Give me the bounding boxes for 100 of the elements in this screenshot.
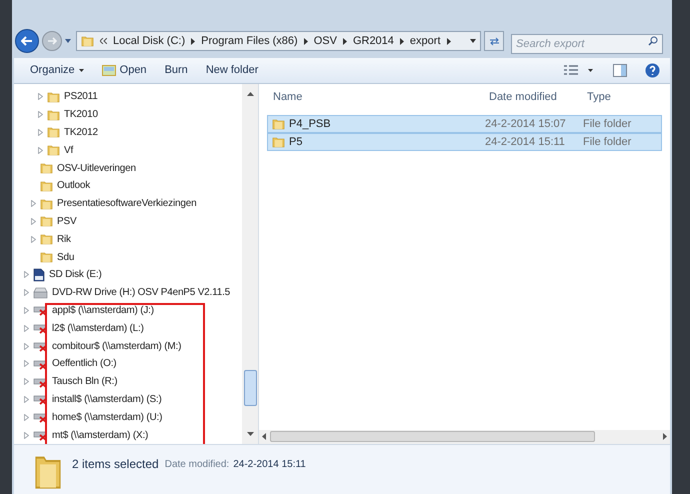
file-name: P5 xyxy=(289,134,302,150)
breadcrumb-item[interactable]: OSV xyxy=(314,32,337,50)
expand-arrow-icon[interactable] xyxy=(24,414,29,421)
folder-icon xyxy=(272,136,285,148)
folder-icon xyxy=(47,126,60,138)
breadcrumb-arrow-icon[interactable] xyxy=(342,38,347,44)
tree-item[interactable]: Tausch Bln (R:) xyxy=(52,374,118,390)
expand-arrow-icon[interactable] xyxy=(24,360,29,368)
expand-arrow-icon[interactable] xyxy=(38,93,43,100)
selection-summary: 2 items selected xyxy=(72,456,159,473)
expand-arrow-icon[interactable] xyxy=(38,111,43,118)
search-icon xyxy=(648,36,658,46)
breadcrumb-item[interactable]: Program Files (x86) xyxy=(201,32,298,50)
expand-arrow-icon[interactable] xyxy=(24,378,29,386)
folder-icon xyxy=(47,90,60,103)
address-bar[interactable]: Local Disk (C:) Program Files (x86) OSV GR2014 export xyxy=(76,31,481,51)
disc-drive-icon xyxy=(33,286,48,299)
expand-arrow-icon[interactable] xyxy=(24,432,29,439)
search-field[interactable]: Search export xyxy=(511,34,663,54)
dropdown-caret-icon xyxy=(78,69,84,72)
scrollbar-thumb[interactable] xyxy=(270,431,595,442)
refresh-button[interactable] xyxy=(484,31,504,51)
scroll-up-arrow-icon[interactable] xyxy=(246,92,254,96)
toolbar-button[interactable]: Organize xyxy=(22,60,92,82)
vertical-scrollbar[interactable] xyxy=(242,84,258,444)
expand-arrow-icon[interactable] xyxy=(24,342,29,350)
folder-icon xyxy=(40,198,53,210)
date-label: Date modified: xyxy=(164,458,230,472)
tree-item[interactable]: Outlook xyxy=(57,178,90,194)
expand-arrow-icon[interactable] xyxy=(24,324,29,332)
tree-item[interactable]: Oeffentlich (O:) xyxy=(52,356,116,372)
tree-item[interactable]: combitour$ (\\amsterdam) (M:) xyxy=(52,338,182,354)
type-cell-text: File folder xyxy=(583,116,632,132)
tree-item[interactable]: DVD-RW Drive (H:) OSV P4enP5 V2.11.5 xyxy=(52,285,230,300)
breadcrumb-arrow-icon[interactable] xyxy=(304,38,308,44)
expand-arrow-icon[interactable] xyxy=(24,271,29,278)
expand-arrow-icon[interactable] xyxy=(31,236,36,243)
tree-item[interactable]: PS2011 xyxy=(64,89,98,104)
view-options-icon[interactable] xyxy=(564,65,578,76)
folder-icon xyxy=(47,144,60,156)
expand-arrow-icon[interactable] xyxy=(24,396,29,403)
back-button[interactable] xyxy=(15,29,39,53)
file-row[interactable]: P5 24-2-2014 15:11 File folder xyxy=(267,133,662,151)
type-cell-text: File folder xyxy=(583,134,632,150)
disconnected-drive-icon xyxy=(33,393,48,406)
dropdown-caret-icon[interactable] xyxy=(470,39,476,43)
tree-item[interactable]: mt$ (\\amsterdam) (X:) xyxy=(52,428,148,443)
scroll-down-arrow-icon[interactable] xyxy=(246,432,254,436)
breadcrumb-item[interactable]: Local Disk (C:) xyxy=(113,32,186,50)
tree-item[interactable]: Rik xyxy=(57,232,71,247)
breadcrumb-item[interactable]: GR2014 xyxy=(352,32,394,50)
scrollbar-thumb[interactable] xyxy=(244,370,256,406)
folder-icon xyxy=(47,108,60,121)
folder-icon xyxy=(40,233,53,246)
tree-item[interactable]: Vf xyxy=(64,142,74,158)
breadcrumb-arrow-icon[interactable] xyxy=(400,38,404,44)
file-name: P4_PSB xyxy=(289,116,331,132)
tree-item[interactable]: appl$ (\\amsterdam) (J:) xyxy=(52,302,154,318)
tree-item[interactable]: home$ (\\amsterdam) (U:) xyxy=(52,410,162,425)
expand-arrow-icon[interactable] xyxy=(24,289,29,296)
tree-item[interactable]: PresentatiesoftwareVerkiezingen xyxy=(57,196,196,212)
expand-arrow-icon[interactable] xyxy=(38,146,43,154)
file-row[interactable]: P4_PSB 24-2-2014 15:07 File folder xyxy=(267,115,662,133)
toolbar-button[interactable]: Open xyxy=(94,60,155,82)
scroll-left-arrow-icon[interactable] xyxy=(262,433,266,440)
dropdown-caret-icon[interactable] xyxy=(588,69,593,72)
column-header[interactable]: Type xyxy=(587,88,611,106)
help-icon[interactable] xyxy=(645,63,660,78)
tree-item[interactable]: TK2012 xyxy=(64,124,98,140)
folder-icon xyxy=(40,162,53,174)
breadcrumb-arrow-icon[interactable] xyxy=(446,38,450,44)
toolbar-button[interactable]: Burn xyxy=(156,60,196,82)
preview-pane-icon[interactable] xyxy=(613,64,627,77)
dropdown-caret-icon[interactable] xyxy=(65,39,71,43)
tree-item[interactable]: OSV-Uitleveringen xyxy=(57,160,136,176)
disconnected-drive-icon xyxy=(33,358,48,370)
column-header[interactable]: Date modified xyxy=(489,88,587,106)
tree-item[interactable]: SD Disk (E:) xyxy=(49,267,102,282)
breadcrumb-item[interactable]: export xyxy=(410,32,440,50)
expand-arrow-icon[interactable] xyxy=(31,218,36,225)
tree-item[interactable]: TK2010 xyxy=(64,107,98,122)
date-value: 24-2-2014 15:11 xyxy=(233,458,306,472)
horizontal-scrollbar[interactable] xyxy=(259,430,670,444)
expand-arrow-icon[interactable] xyxy=(24,306,29,314)
toolbar-button[interactable]: New folder xyxy=(198,60,266,82)
disconnected-drive-icon xyxy=(33,376,48,388)
scroll-right-arrow-icon[interactable] xyxy=(663,433,667,440)
memory-card-icon xyxy=(33,268,45,282)
forward-button[interactable] xyxy=(42,31,62,51)
tree-item[interactable]: PSV xyxy=(57,214,76,229)
expand-arrow-icon[interactable] xyxy=(31,200,36,208)
breadcrumb-arrow-icon[interactable] xyxy=(191,38,196,44)
column-header[interactable]: Name xyxy=(273,88,489,106)
tree-item[interactable]: Sdu xyxy=(57,250,74,265)
expand-arrow-icon[interactable] xyxy=(38,128,43,136)
disconnected-drive-icon xyxy=(33,322,48,334)
tree-item[interactable]: install$ (\\amsterdam) (S:) xyxy=(52,392,162,407)
date-cell-text: 24-2-2014 15:07 xyxy=(485,116,567,132)
folder-icon xyxy=(272,118,285,130)
tree-item[interactable]: l2$ (\\amsterdam) (L:) xyxy=(52,320,144,336)
